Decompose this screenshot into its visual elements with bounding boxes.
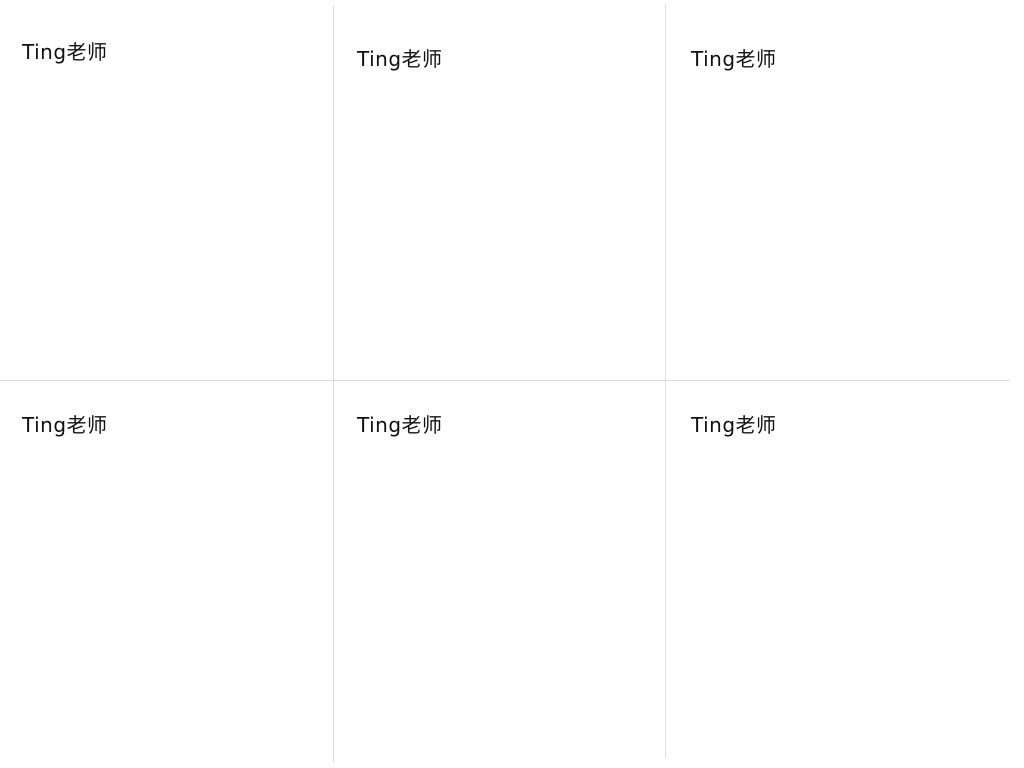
cell-label-4: Ting老师 xyxy=(22,413,108,437)
cell-label-1: Ting老师 xyxy=(22,40,108,64)
horizontal-divider xyxy=(0,380,1010,381)
cell-label-6: Ting老师 xyxy=(691,413,777,437)
cell-label-3: Ting老师 xyxy=(691,47,777,71)
cell-label-5: Ting老师 xyxy=(357,413,443,437)
vertical-divider-2 xyxy=(665,4,666,758)
cell-label-2: Ting老师 xyxy=(357,47,443,71)
vertical-divider-1 xyxy=(333,6,334,762)
canvas-area: Ting老师 Ting老师 Ting老师 Ting老师 Ting老师 Ting老… xyxy=(0,0,1024,768)
